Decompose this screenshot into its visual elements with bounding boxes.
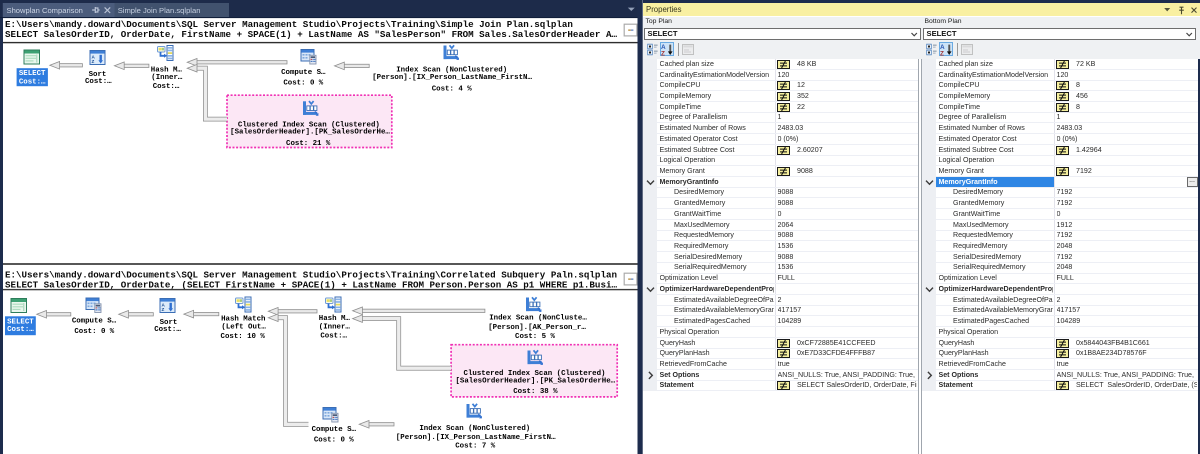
svg-text:(Inner…: (Inner… — [319, 324, 351, 332]
svg-text:Cost:…: Cost:… — [19, 79, 46, 87]
svg-text:Cost:…: Cost:… — [85, 78, 112, 86]
svg-text:Cost: 5 %: Cost: 5 % — [515, 333, 555, 341]
svg-text:Cost: 38 %: Cost: 38 % — [513, 388, 558, 396]
svg-text:Index Scan (NonClustered): Index Scan (NonClustered) — [419, 425, 530, 433]
svg-text:SELECT SalesOrderID, OrderDate: SELECT SalesOrderID, OrderDate, FirstNam… — [5, 29, 617, 40]
svg-text:Cost:…: Cost:… — [320, 332, 347, 340]
svg-text:Compute S…: Compute S… — [281, 69, 326, 77]
svg-text:[Person].[IX_Person_LastName_F: [Person].[IX_Person_LastName_FirstN… — [372, 74, 532, 82]
svg-text:Cost: 7 %: Cost: 7 % — [455, 443, 495, 451]
svg-text:[SalesOrderHeader].[PK_SalesOr: [SalesOrderHeader].[PK_SalesOrderHe… — [455, 378, 615, 386]
svg-text:Hash M…: Hash M… — [319, 315, 351, 323]
svg-text:(Inner…: (Inner… — [151, 74, 183, 82]
svg-text:Cost: 0 %: Cost: 0 % — [74, 328, 114, 336]
svg-text:SELECT: SELECT — [19, 70, 46, 78]
svg-text:Showplan Comparison: Showplan Comparison — [7, 6, 83, 15]
svg-text:[Person].[AK_Person_r…: [Person].[AK_Person_r… — [488, 324, 586, 332]
svg-text:Cost:…: Cost:… — [154, 326, 181, 334]
svg-text:Hash M…: Hash M… — [151, 66, 183, 74]
svg-text:Z: Z — [661, 50, 665, 56]
svg-text:Cost: 0 %: Cost: 0 % — [314, 436, 354, 444]
svg-text:Index Scan (NonCluste…: Index Scan (NonCluste… — [489, 314, 587, 322]
svg-text:[Person].[IX_Person_LastName_F: [Person].[IX_Person_LastName_FirstN… — [396, 434, 556, 442]
svg-text:Cost: 0 %: Cost: 0 % — [283, 79, 323, 87]
svg-text:Simple Join Plan.sqlplan: Simple Join Plan.sqlplan — [118, 6, 201, 15]
svg-text:Cost: 10 %: Cost: 10 % — [221, 333, 266, 341]
svg-text:(Left Out…: (Left Out… — [221, 323, 266, 331]
svg-text:Z: Z — [940, 50, 944, 56]
svg-text:SELECT SalesOrderID, OrderDate: SELECT SalesOrderID, OrderDate, (SELECT … — [5, 280, 617, 291]
svg-text:Cost:…: Cost:… — [7, 326, 34, 334]
svg-text:Compute S…: Compute S… — [72, 318, 117, 326]
svg-text:Cost: 4 %: Cost: 4 % — [432, 85, 472, 93]
svg-text:[SalesOrderHeader].[PK_SalesOr: [SalesOrderHeader].[PK_SalesOrderHe… — [230, 129, 390, 137]
svg-text:Cost:…: Cost:… — [153, 83, 180, 91]
svg-text:Hash Match: Hash Match — [221, 315, 265, 323]
svg-text:Compute S…: Compute S… — [312, 426, 357, 434]
svg-text:Cost: 21 %: Cost: 21 % — [286, 140, 331, 148]
